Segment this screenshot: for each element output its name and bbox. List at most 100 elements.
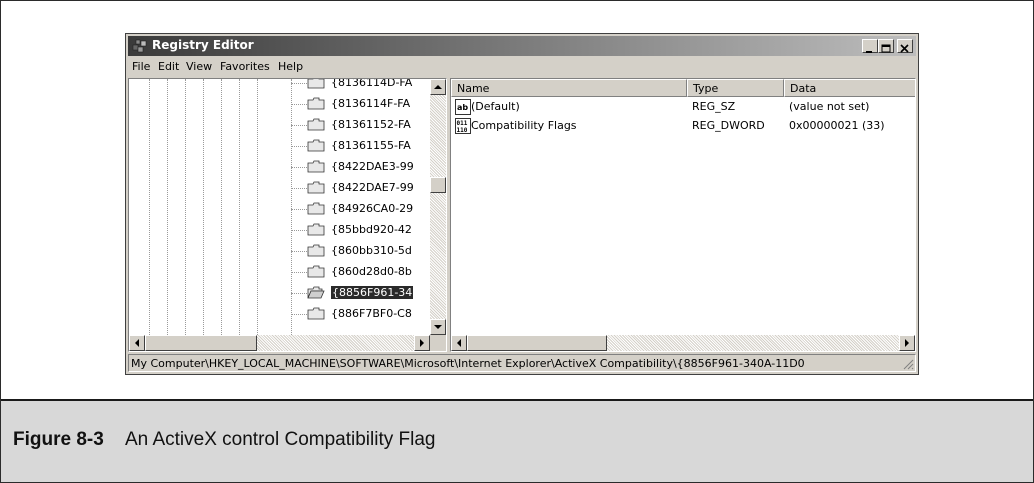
arrow-down-icon bbox=[434, 325, 442, 329]
tree-guide-line bbox=[149, 79, 150, 335]
values-list-pane[interactable]: Name Type Data ab (Default) REG_SZ (valu… bbox=[450, 78, 916, 352]
tree-item[interactable]: {8422DAE3-99 bbox=[291, 157, 441, 177]
list-horizontal-scrollbar[interactable] bbox=[451, 335, 915, 351]
tree-item-label: {860bb310-5d bbox=[331, 244, 412, 257]
value-type: REG_SZ bbox=[692, 100, 736, 113]
window-title: Registry Editor bbox=[152, 38, 254, 52]
value-name: Compatibility Flags bbox=[471, 119, 577, 132]
tree-item[interactable]: {8136114F-FA bbox=[291, 94, 441, 114]
status-path: My Computer\HKEY_LOCAL_MACHINE\SOFTWARE\… bbox=[131, 357, 805, 370]
tree-item-label: {8856F961-34 bbox=[331, 286, 414, 299]
menu-favorites[interactable]: Favorites bbox=[220, 60, 270, 73]
svg-text:011: 011 bbox=[457, 120, 468, 127]
title-bar[interactable]: Registry Editor bbox=[128, 36, 916, 56]
maximize-icon bbox=[881, 44, 891, 53]
folder-icon bbox=[307, 118, 325, 131]
column-header-data[interactable]: Data bbox=[784, 79, 915, 97]
scroll-corner bbox=[430, 335, 446, 351]
tree-guide-line bbox=[203, 79, 204, 335]
tree-item[interactable]: {85bbd920-42 bbox=[291, 220, 441, 240]
status-bar: My Computer\HKEY_LOCAL_MACHINE\SOFTWARE\… bbox=[128, 354, 916, 372]
scroll-left-button[interactable] bbox=[129, 335, 145, 351]
string-value-icon: ab bbox=[455, 99, 471, 115]
arrow-left-icon bbox=[135, 339, 139, 347]
close-icon bbox=[900, 44, 909, 53]
tree-item-label: {85bbd920-42 bbox=[331, 223, 412, 236]
figure-number: Figure 8-3 bbox=[13, 429, 104, 450]
menu-file[interactable]: File bbox=[132, 60, 150, 73]
folder-icon bbox=[307, 139, 325, 152]
tree-item-label: {886F7BF0-C8 bbox=[331, 307, 412, 320]
binary-value-icon: 011 110 bbox=[455, 118, 471, 134]
folder-icon bbox=[307, 265, 325, 278]
scroll-thumb[interactable] bbox=[467, 335, 607, 351]
tree-guide-line bbox=[221, 79, 222, 335]
scroll-thumb[interactable] bbox=[430, 177, 446, 193]
minimize-icon bbox=[866, 51, 872, 53]
folder-icon bbox=[307, 223, 325, 236]
scroll-thumb[interactable] bbox=[145, 335, 257, 351]
tree-item[interactable]: {860bb310-5d bbox=[291, 241, 441, 261]
registry-editor-window: Registry Editor File Edit View Favorites… bbox=[125, 33, 919, 375]
tree-item[interactable]: {81361155-FA bbox=[291, 136, 441, 156]
maximize-button[interactable] bbox=[878, 39, 894, 53]
svg-text:110: 110 bbox=[457, 127, 468, 134]
tree-item-label: {84926CA0-29 bbox=[331, 202, 414, 215]
tree-item-label: {81361152-FA bbox=[331, 118, 411, 131]
folder-icon bbox=[307, 79, 325, 89]
tree-item[interactable]: {860d28d0-8b bbox=[291, 262, 441, 282]
key-tree-pane[interactable]: {8136114D-FA {8136114F-FA {81361152-FA {… bbox=[128, 78, 447, 352]
menu-view[interactable]: View bbox=[186, 60, 212, 73]
scroll-down-button[interactable] bbox=[430, 319, 446, 335]
tree-item[interactable]: {8422DAE7-99 bbox=[291, 178, 441, 198]
column-header-name[interactable]: Name bbox=[451, 79, 687, 97]
tree-horizontal-scrollbar[interactable] bbox=[129, 335, 430, 351]
folder-icon bbox=[307, 244, 325, 257]
arrow-up-icon bbox=[434, 85, 442, 89]
folder-icon bbox=[307, 181, 325, 194]
tree-vertical-scrollbar[interactable] bbox=[430, 79, 446, 335]
value-row[interactable]: ab (Default) REG_SZ (value not set) bbox=[451, 98, 899, 117]
value-data: 0x00000021 (33) bbox=[789, 119, 885, 132]
menu-help[interactable]: Help bbox=[278, 60, 303, 73]
folder-icon bbox=[307, 307, 325, 320]
tree-guide-line bbox=[239, 79, 240, 335]
folder-icon bbox=[307, 160, 325, 173]
svg-text:ab: ab bbox=[457, 103, 468, 112]
folder-icon bbox=[307, 202, 325, 215]
scroll-up-button[interactable] bbox=[430, 79, 446, 95]
minimize-button[interactable] bbox=[862, 39, 878, 53]
arrow-left-icon bbox=[457, 339, 461, 347]
tree-item[interactable]: {8136114D-FA bbox=[291, 78, 441, 93]
tree-guide-line bbox=[167, 79, 168, 335]
tree-item-label: {860d28d0-8b bbox=[331, 265, 412, 278]
arrow-right-icon bbox=[905, 339, 909, 347]
tree-guide-line bbox=[185, 79, 186, 335]
value-data: (value not set) bbox=[789, 100, 870, 113]
tree-item-label: {8422DAE7-99 bbox=[331, 181, 414, 194]
column-header-type[interactable]: Type bbox=[687, 79, 784, 97]
value-type: REG_DWORD bbox=[692, 119, 765, 132]
open-folder-icon bbox=[307, 286, 325, 299]
scroll-left-button[interactable] bbox=[451, 335, 467, 351]
tree-item-label: {8422DAE3-99 bbox=[331, 160, 414, 173]
caption-text: An ActiveX control Compatibility Flag bbox=[125, 429, 436, 450]
scroll-right-button[interactable] bbox=[899, 335, 915, 351]
registry-editor-icon bbox=[132, 39, 147, 53]
value-row[interactable]: 011 110 Compatibility Flags REG_DWORD 0x… bbox=[451, 117, 899, 136]
tree-item-label: {8136114F-FA bbox=[331, 97, 411, 110]
folder-icon bbox=[307, 97, 325, 110]
tree-item[interactable]: {84926CA0-29 bbox=[291, 199, 441, 219]
tree-item[interactable]: {81361152-FA bbox=[291, 115, 441, 135]
menu-bar: File Edit View Favorites Help bbox=[128, 58, 916, 76]
figure-frame: Registry Editor File Edit View Favorites… bbox=[0, 0, 1034, 483]
tree-item-label: {8136114D-FA bbox=[331, 78, 413, 89]
tree-item[interactable]: {886F7BF0-C8 bbox=[291, 304, 441, 324]
menu-edit[interactable]: Edit bbox=[158, 60, 179, 73]
tree-guide-line bbox=[257, 79, 258, 335]
tree-item-selected[interactable]: {8856F961-34 bbox=[291, 283, 441, 303]
arrow-right-icon bbox=[420, 339, 424, 347]
close-button[interactable] bbox=[897, 39, 913, 53]
resize-grip-icon[interactable] bbox=[902, 358, 914, 370]
scroll-right-button[interactable] bbox=[414, 335, 430, 351]
